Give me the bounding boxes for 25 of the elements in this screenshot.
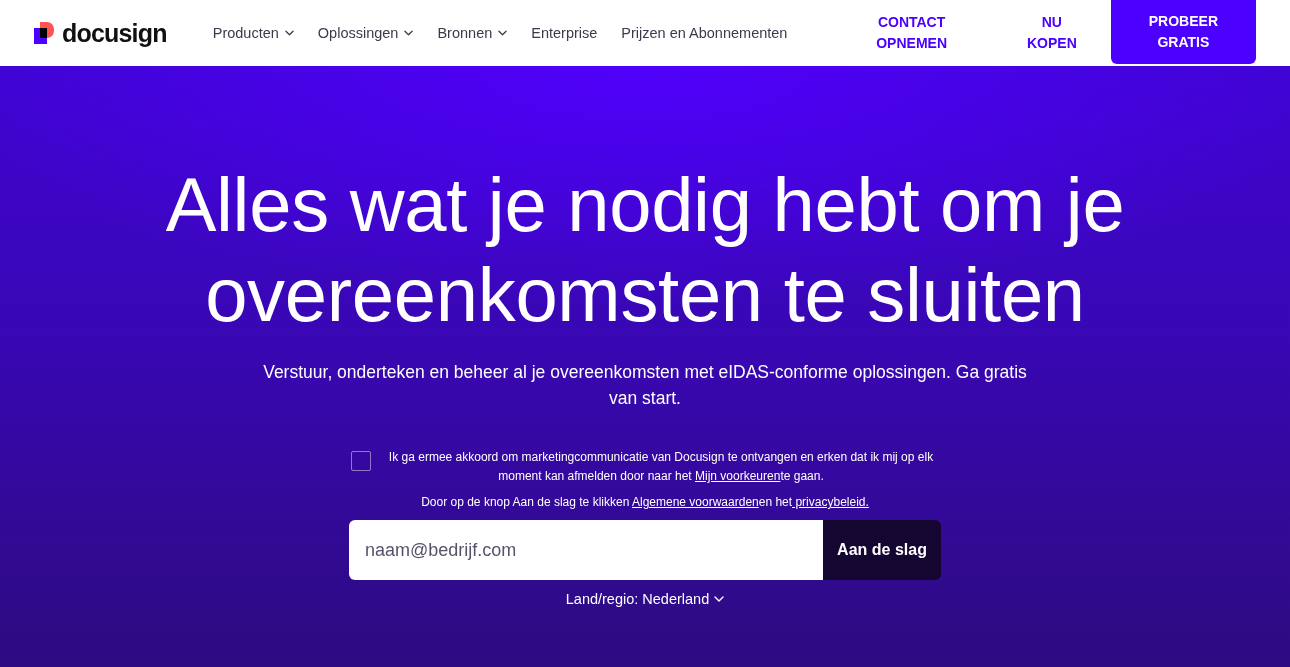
- terms-text: Door op de knop Aan de slag te klikken Algemene voorwaardenen het privacybeleid.: [421, 494, 869, 511]
- inline-link[interactable]: Mijn voorkeuren: [695, 469, 781, 483]
- chevron-down-icon: [498, 30, 508, 36]
- consent-checkbox[interactable]: [351, 451, 371, 471]
- header-link-button[interactable]: NU KOPEN: [997, 0, 1107, 66]
- nav-link[interactable]: Bronnen: [437, 25, 508, 41]
- logo-icon: [34, 22, 54, 44]
- inline-link[interactable]: privacybeleid.: [792, 495, 869, 509]
- header-link-button[interactable]: CONTACT OPNEMEN: [830, 0, 993, 66]
- try-free-button[interactable]: PROBEER GRATIS: [1110, 0, 1256, 64]
- chevron-down-icon: [284, 30, 294, 36]
- logo-wordmark[interactable]: docusign: [62, 20, 167, 46]
- submit-button[interactable]: Aan de slag: [823, 520, 941, 580]
- chevron-down-icon: [404, 30, 414, 36]
- consent-text: Ik ga ermee akkoord om marketingcommunicatie van Docusign te ontvangen en erken dat ik mij op elk moment kan afmelden door naar het Mijn voorkeurente gaan.: [387, 449, 935, 485]
- nav-link[interactable]: Prijzen en Abonnementen: [621, 25, 788, 41]
- nav-link[interactable]: Enterprise: [531, 25, 598, 41]
- hero-subtitle: Verstuur, onderteken en beheer al je overeenkomsten met eIDAS-conforme oplossingen. Ga gratis van start.: [262, 361, 1028, 410]
- nav-link[interactable]: Oplossingen: [317, 25, 414, 41]
- email-input[interactable]: naam@bedrijf.com: [349, 520, 823, 580]
- nav-link[interactable]: Producten: [212, 25, 294, 41]
- hero-title: Alles wat je nodig hebt om je overeenkomsten te sluiten: [164, 161, 1126, 339]
- inline-link[interactable]: Algemene voorwaarden: [632, 495, 759, 509]
- region-selector[interactable]: Land/regio: Nederland: [565, 589, 725, 609]
- chevron-down-icon: [714, 596, 725, 602]
